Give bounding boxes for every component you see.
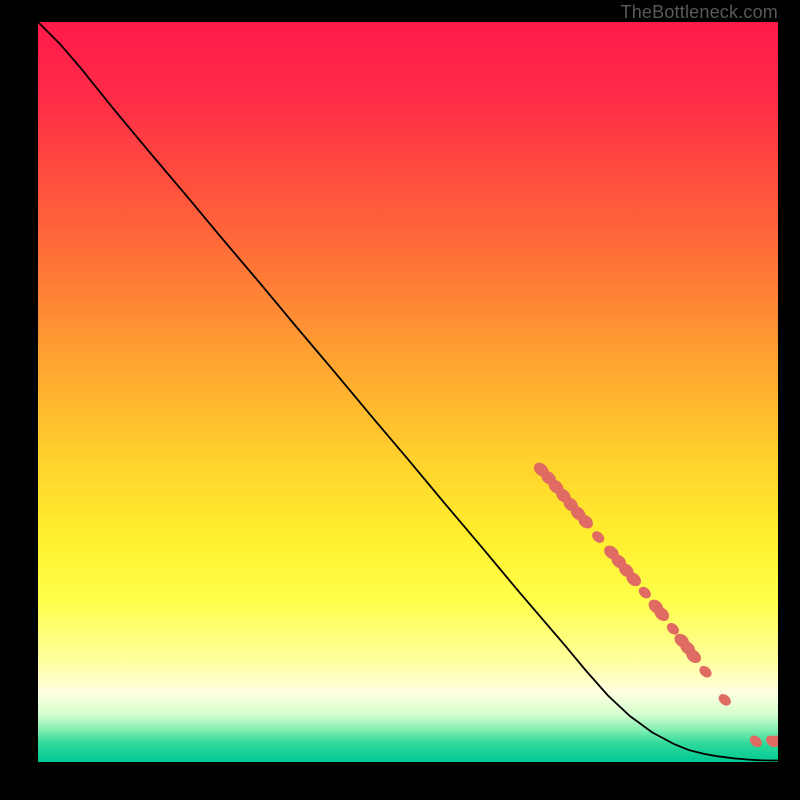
plot-area [38, 22, 778, 762]
watermark-text: TheBottleneck.com [621, 2, 778, 23]
marker-group [531, 460, 778, 750]
curve-marker [697, 664, 714, 680]
chart-container: TheBottleneck.com [0, 0, 800, 800]
bottleneck-curve [38, 22, 778, 761]
curve-marker [590, 529, 607, 545]
curve-marker [747, 733, 764, 749]
curve-marker [716, 692, 733, 708]
curve-layer [38, 22, 778, 762]
curve-marker [636, 584, 653, 600]
